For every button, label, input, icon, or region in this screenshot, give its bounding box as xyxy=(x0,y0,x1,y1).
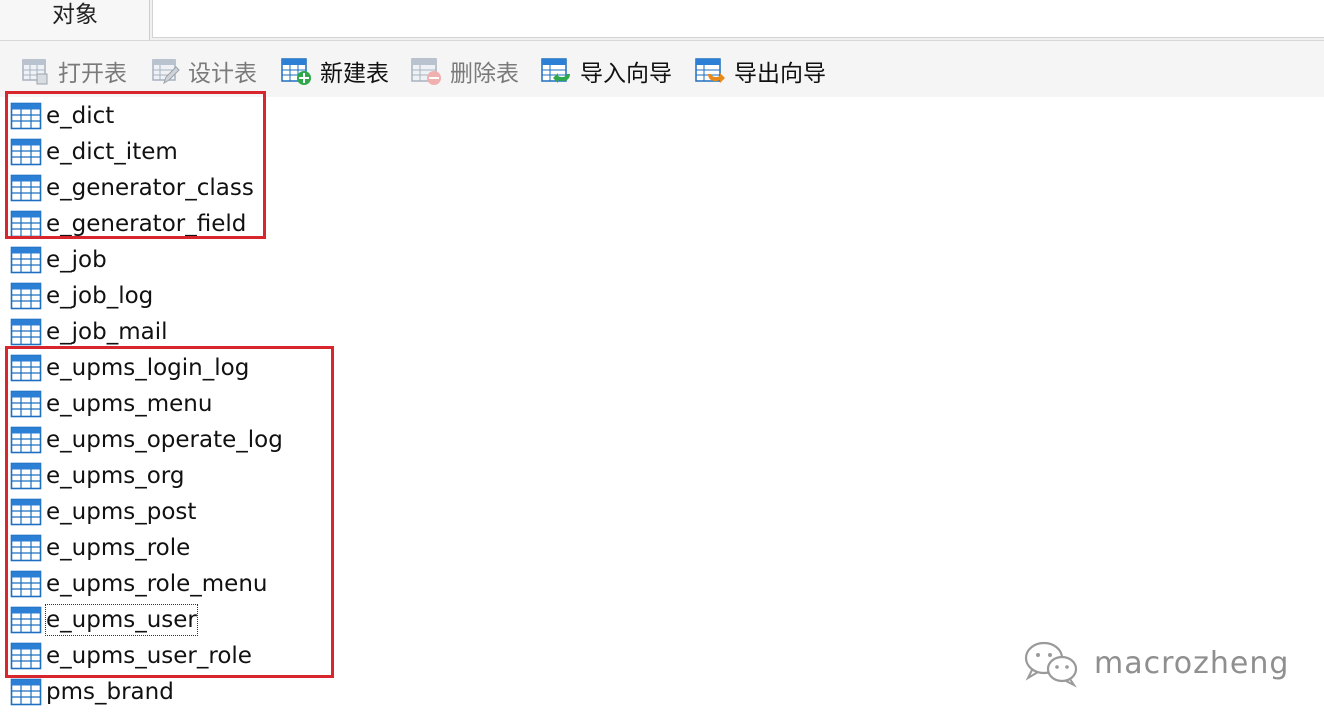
tab-bar-empty-area xyxy=(152,0,1324,38)
table-row[interactable]: e_upms_menu xyxy=(10,386,212,422)
table-row[interactable]: e_upms_operate_log xyxy=(10,422,283,458)
table-name: e_upms_menu xyxy=(46,391,213,417)
import-wizard-icon xyxy=(541,58,570,83)
table-row[interactable]: e_upms_role xyxy=(10,530,190,566)
table-row[interactable]: e_upms_login_log xyxy=(10,350,249,386)
export-wizard-label: 导出向导 xyxy=(734,61,826,87)
watermark: macrozheng xyxy=(1020,636,1289,690)
tab-bar: 对象 xyxy=(0,0,1324,41)
export-wizard-icon xyxy=(695,58,725,83)
watermark-text: macrozheng xyxy=(1094,645,1290,681)
table-icon xyxy=(10,390,42,418)
delete-table-label: 删除表 xyxy=(450,61,519,87)
open-table-label: 打开表 xyxy=(58,61,127,87)
table-name: e_job_mail xyxy=(46,319,168,345)
table-icon xyxy=(10,426,42,454)
table-name: e_dict_item xyxy=(46,139,178,165)
table-row[interactable]: e_generator_field xyxy=(10,206,246,242)
table-icon xyxy=(10,570,42,598)
new-table-button[interactable]: 新建表 xyxy=(280,54,389,88)
table-name: e_upms_user xyxy=(45,604,198,636)
table-row[interactable]: e_job_mail xyxy=(10,314,168,350)
table-row[interactable]: e_upms_user_role xyxy=(10,638,252,674)
design-table-label: 设计表 xyxy=(188,61,257,87)
design-table-button[interactable]: 设计表 xyxy=(150,54,257,88)
table-name: e_upms_role xyxy=(46,535,191,561)
table-icon xyxy=(10,102,42,130)
table-name: e_upms_post xyxy=(46,499,197,525)
table-name: e_generator_class xyxy=(46,175,254,201)
toolbar: 打开表 设计表 新建表 删除表 导入向导 导出向导 xyxy=(0,41,1324,97)
table-name: e_job xyxy=(46,247,107,273)
table-row[interactable]: e_job xyxy=(10,242,107,278)
table-row[interactable]: e_job_log xyxy=(10,278,153,314)
table-icon xyxy=(10,498,42,526)
export-wizard-button[interactable]: 导出向导 xyxy=(694,54,826,88)
table-name: e_upms_user_role xyxy=(46,643,252,669)
new-table-icon xyxy=(281,58,311,85)
delete-table-button[interactable]: 删除表 xyxy=(410,54,519,88)
table-row[interactable]: e_upms_post xyxy=(10,494,196,530)
table-name: e_generator_field xyxy=(46,211,247,237)
table-icon xyxy=(10,606,42,634)
table-name: e_upms_login_log xyxy=(46,355,250,381)
table-name: pms_brand xyxy=(46,679,174,705)
table-icon xyxy=(10,318,42,346)
table-icon xyxy=(10,354,42,382)
table-row[interactable]: e_dict xyxy=(10,98,114,134)
table-icon xyxy=(10,462,42,490)
table-row[interactable]: e_upms_role_menu xyxy=(10,566,268,602)
new-table-label: 新建表 xyxy=(320,61,389,87)
table-icon xyxy=(10,174,42,202)
table-name: e_job_log xyxy=(46,283,154,309)
open-table-icon xyxy=(22,59,48,85)
table-icon xyxy=(10,138,42,166)
delete-table-icon xyxy=(411,58,441,85)
open-table-button[interactable]: 打开表 xyxy=(20,54,127,88)
table-name: e_upms_role_menu xyxy=(46,571,268,597)
table-name: e_dict xyxy=(46,103,115,129)
table-icon xyxy=(10,246,42,274)
table-icon xyxy=(10,210,42,238)
table-name: e_upms_operate_log xyxy=(46,427,283,453)
table-row[interactable]: e_upms_org xyxy=(10,458,184,494)
table-row[interactable]: e_dict_item xyxy=(10,134,178,170)
tab-objects[interactable]: 对象 xyxy=(0,0,150,40)
table-row[interactable]: e_generator_class xyxy=(10,170,254,206)
table-name: e_upms_org xyxy=(46,463,185,489)
design-table-icon xyxy=(152,59,180,85)
table-icon xyxy=(10,282,42,310)
table-row[interactable]: pms_brand xyxy=(10,674,174,710)
table-row[interactable]: e_upms_user xyxy=(10,602,198,638)
table-icon xyxy=(10,642,42,670)
tab-objects-label: 对象 xyxy=(52,2,98,28)
table-icon xyxy=(10,534,42,562)
table-icon xyxy=(10,678,42,706)
wechat-icon xyxy=(1024,641,1078,688)
import-wizard-label: 导入向导 xyxy=(580,61,672,87)
import-wizard-button[interactable]: 导入向导 xyxy=(540,54,672,88)
